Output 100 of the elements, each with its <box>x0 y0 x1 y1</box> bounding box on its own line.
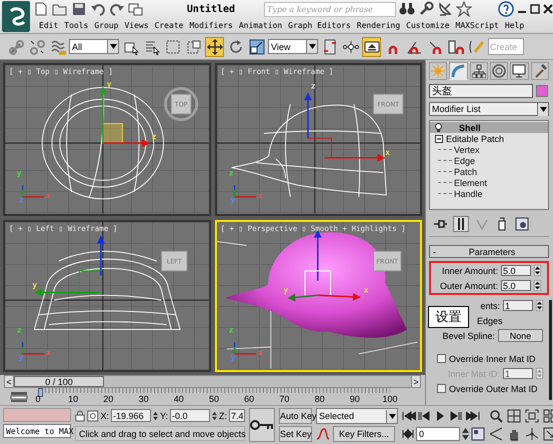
number-field[interactable]: 5.0 <box>501 265 531 276</box>
menu-item[interactable]: Edit <box>39 21 58 30</box>
spinner-arrows-icon[interactable] <box>534 265 541 276</box>
coordinate-field[interactable]: -19.966 <box>111 409 152 422</box>
menu-item[interactable]: Views <box>124 21 149 30</box>
none-button[interactable]: None <box>498 329 543 342</box>
coordinate-field[interactable]: 7.4 <box>229 409 245 422</box>
binoculars-icon[interactable] <box>399 1 415 17</box>
menu-item[interactable]: Graph Editors <box>288 21 351 30</box>
stack-item[interactable]: Shell <box>430 122 548 133</box>
pin-icon[interactable] <box>433 217 447 231</box>
skip-start-icon[interactable] <box>402 410 416 422</box>
app-logo-icon[interactable] <box>2 1 30 32</box>
search-field[interactable]: Type a keyword or phrase <box>264 2 396 16</box>
time-config-icon[interactable] <box>471 427 485 441</box>
coordinate-field[interactable]: -0.0 <box>170 409 210 422</box>
set-key-mode-button[interactable] <box>249 408 275 442</box>
checkbox[interactable] <box>437 384 446 393</box>
project-folder-icon[interactable] <box>128 1 144 17</box>
panel-tab[interactable] <box>510 62 529 80</box>
object-name-field[interactable]: 头盔 <box>429 84 533 98</box>
color-swatch[interactable] <box>536 85 548 97</box>
stack-sub-item[interactable]: Edge <box>430 155 548 166</box>
star-icon[interactable] <box>456 1 472 17</box>
wrench-icon[interactable] <box>418 1 434 17</box>
menu-item[interactable]: MAXScript <box>456 21 499 30</box>
callout-label: 设置 <box>428 306 469 328</box>
modifier-stack[interactable]: Shell Editable Patch Vertex Edge Patch Element Handle <box>429 120 549 210</box>
menu-item[interactable]: Customize <box>406 21 450 30</box>
next-key-icon[interactable] <box>450 410 464 422</box>
settings-icon[interactable] <box>515 217 529 231</box>
modifier-list-dropdown[interactable]: Modifier List <box>429 102 549 116</box>
set-key-button[interactable]: Set Key <box>279 426 312 442</box>
bulb-icon[interactable] <box>435 123 442 132</box>
redo-icon[interactable] <box>109 1 125 17</box>
undo-icon[interactable] <box>90 1 106 17</box>
listener-output-field[interactable]: Welcome to MAX <box>3 424 71 438</box>
spinner-arrows-icon[interactable] <box>212 410 217 422</box>
view-cube[interactable] <box>372 94 403 114</box>
filter-icon[interactable] <box>10 390 28 402</box>
stack-sub-item[interactable]: Vertex <box>430 144 548 155</box>
scrollbar[interactable] <box>549 300 552 400</box>
zoom-extents-icon[interactable] <box>525 409 541 423</box>
input-field[interactable]: Create <box>488 38 524 55</box>
spinner-arrows-icon[interactable] <box>536 300 543 311</box>
next-frame-button[interactable]: > <box>411 375 421 388</box>
panel-tab[interactable] <box>470 62 488 80</box>
time-slider-thumb[interactable]: 0 / 100 <box>14 376 104 387</box>
spinner-arrows-icon[interactable] <box>534 280 541 291</box>
key-filters-button[interactable]: Key Filters... <box>333 426 395 442</box>
menu-item[interactable]: Help <box>504 21 524 30</box>
frame-marker[interactable] <box>38 388 43 397</box>
current-frame-field[interactable]: 0 <box>416 427 460 441</box>
status-prompt: Click and drag to select and move objects <box>75 426 245 441</box>
menu-item[interactable]: Rendering <box>356 21 400 30</box>
menu-item[interactable]: Animation <box>238 21 282 30</box>
number-field[interactable]: 1 <box>503 300 533 311</box>
help-icon[interactable] <box>498 1 514 17</box>
stack-sub-item[interactable]: Patch <box>430 166 548 177</box>
orbit-icon[interactable] <box>525 427 541 441</box>
script-listener-field[interactable] <box>3 408 71 422</box>
dropdown[interactable]: View <box>268 39 318 54</box>
menu-item[interactable]: Create <box>154 21 184 30</box>
key-icon <box>250 420 274 430</box>
stack-sub-item[interactable]: Handle <box>430 188 548 199</box>
close-icon[interactable] <box>543 4 553 14</box>
key-mode-toggle-icon[interactable] <box>402 428 414 440</box>
dropdown[interactable]: All <box>69 39 119 54</box>
previous-frame-button[interactable]: < <box>4 375 14 388</box>
menu-item[interactable]: Group <box>94 21 118 30</box>
save-icon[interactable] <box>71 1 87 17</box>
menu-item[interactable]: Modifiers <box>189 21 233 30</box>
lock-icon[interactable] <box>75 408 85 422</box>
satellite-dish-icon[interactable] <box>437 1 453 17</box>
stack-item[interactable]: Editable Patch <box>430 133 548 144</box>
skip-end-icon[interactable] <box>466 410 480 422</box>
zoom-icon[interactable] <box>489 409 505 423</box>
field-of-view-icon[interactable] <box>489 427 505 441</box>
helmet-wireframe-drawing[interactable] <box>34 235 181 330</box>
zoom-all-icon[interactable] <box>507 409 523 423</box>
collapse-icon[interactable] <box>435 134 443 142</box>
menu-item[interactable]: Tools <box>64 21 88 30</box>
time-slider-track[interactable]: 0 / 100 <box>14 375 411 388</box>
compass-ring-icon[interactable] <box>164 86 198 122</box>
curve-icon[interactable] <box>316 427 330 441</box>
previous-key-icon[interactable] <box>418 410 432 422</box>
view-cube[interactable] <box>372 250 401 271</box>
number-field[interactable]: 5.0 <box>501 280 531 291</box>
caret-icon <box>308 44 316 49</box>
stack-sub-item[interactable]: Element <box>430 177 548 188</box>
rollout-header[interactable]: - Parameters <box>429 245 549 258</box>
key-mode-dropdown[interactable]: Selected <box>316 408 398 424</box>
axis-label: Y: <box>160 410 168 420</box>
document-icon[interactable] <box>33 1 49 17</box>
view-cube[interactable] <box>161 250 188 271</box>
checkbox[interactable] <box>437 354 446 363</box>
selection-icon[interactable] <box>86 408 99 422</box>
maximize-icon[interactable] <box>530 4 540 14</box>
spinner-arrows-icon[interactable] <box>462 427 469 441</box>
spinner-arrows-icon[interactable] <box>153 410 158 422</box>
